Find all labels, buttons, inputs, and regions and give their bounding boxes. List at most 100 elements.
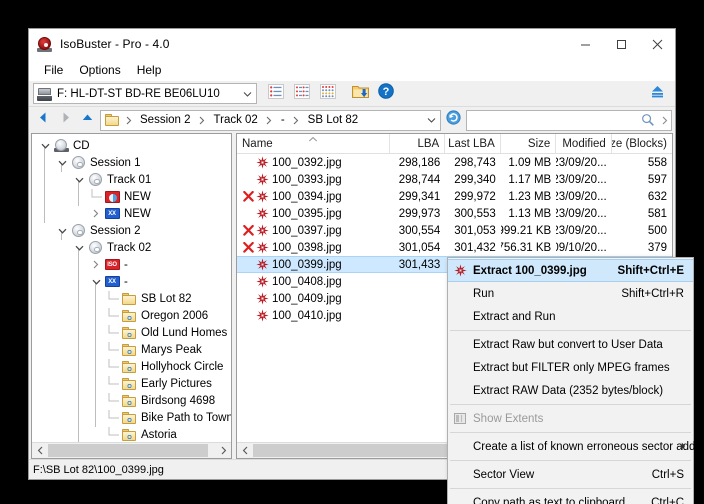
jpg-starburst-icon: [255, 258, 270, 271]
menu-bar: File Options Help: [29, 59, 675, 81]
column-header-lba[interactable]: LBA: [390, 134, 446, 153]
chevron-down-icon[interactable]: [239, 84, 256, 103]
context-menu-item-extract-and-run[interactable]: Extract and Run: [448, 305, 693, 328]
menu-file[interactable]: File: [36, 61, 71, 79]
tree-horizontal-scrollbar[interactable]: [32, 442, 231, 458]
tree-node-old-lund-homes[interactable]: Old Lund Homes: [32, 324, 231, 341]
chevron-right-icon[interactable]: [196, 116, 209, 125]
tree-scroll-left-button[interactable]: [32, 443, 48, 458]
context-menu-item-run[interactable]: Run Shift+Ctrl+R: [448, 282, 693, 305]
maximize-button[interactable]: [603, 29, 639, 59]
chevron-right-icon[interactable]: [122, 116, 135, 125]
detail-view-button[interactable]: [289, 82, 315, 105]
context-menu-item-extract-raw-data-2352-bytes-block[interactable]: Extract RAW Data (2352 bytes/block): [448, 379, 693, 402]
file-row[interactable]: 100_0392.jpg 298,186 298,743 1.09 MB 23/09/2…: [237, 154, 672, 171]
tree-node-new[interactable]: NEW: [32, 188, 231, 205]
chevron-right-icon[interactable]: [89, 257, 103, 273]
breadcrumb-bar[interactable]: Session 2 Track 02 - SB Lot 82: [100, 109, 441, 131]
forward-button[interactable]: [54, 109, 76, 131]
extract-button[interactable]: [347, 82, 373, 105]
chevron-down-icon[interactable]: [72, 240, 86, 256]
tree-scroll-area[interactable]: CD Session 1 Track 01 NEW XX NEW Session 2 Trac…: [32, 134, 231, 442]
breadcrumb-session-2[interactable]: Session 2: [135, 112, 196, 128]
context-menu-item-extract-raw-but-convert-to-user-data[interactable]: Extract Raw but convert to User Data: [448, 333, 693, 356]
tree-node-track-01[interactable]: Track 01: [32, 171, 231, 188]
column-header-modified[interactable]: Modified: [556, 134, 612, 153]
file-modified-cell: 23/09/20...: [556, 190, 607, 203]
file-size-cell: 1.17 MB: [508, 173, 552, 186]
chevron-right-icon[interactable]: [290, 116, 303, 125]
breadcrumb-dropdown-button[interactable]: [422, 111, 440, 130]
tree-node-sb-lot-82[interactable]: SB Lot 82: [32, 290, 231, 307]
breadcrumb-sb-lot-82[interactable]: SB Lot 82: [303, 112, 364, 128]
context-menu-item-extract-but-filter-only-mpeg-frames[interactable]: Extract but FILTER only MPEG frames: [448, 356, 693, 379]
tree-scroll-right-button[interactable]: [215, 443, 231, 458]
context-menu-item-shortcut: Shift+Ctrl+E: [617, 264, 684, 277]
file-context-menu[interactable]: Extract 100_0399.jpg Shift+Ctrl+E Run Shift…: [447, 257, 704, 504]
tree-scroll-thumb[interactable]: [48, 444, 208, 457]
close-button[interactable]: [639, 29, 675, 59]
file-row[interactable]: 100_0394.jpg 299,341 299,972 1.23 MB 23/09/2…: [237, 188, 672, 205]
column-header-size-blocks[interactable]: Size (Blocks): [612, 134, 672, 153]
tree-scroll-track[interactable]: [48, 443, 215, 458]
tree-node-birdsong-4698[interactable]: Birdsong 4698: [32, 392, 231, 409]
search-input[interactable]: [467, 113, 638, 127]
eject-button[interactable]: [644, 82, 670, 105]
context-menu-item-create-a-list-of-known-erroneous-sector-addr[interactable]: Create a list of known erroneous sector …: [448, 435, 704, 458]
disc-track-icon: [86, 240, 104, 256]
tree-node-cd[interactable]: CD: [32, 137, 231, 154]
column-header-last-lba[interactable]: Last LBA: [445, 134, 501, 153]
tree-node-new[interactable]: XX NEW: [32, 205, 231, 222]
file-blocks-cell: 558: [647, 156, 667, 169]
search-chevron-icon[interactable]: [658, 116, 671, 125]
context-menu-item-extract-100-0399-jpg[interactable]: Extract 100_0399.jpg Shift+Ctrl+E: [448, 259, 693, 282]
tree-node-bike-path-to-town[interactable]: Bike Path to Town: [32, 409, 231, 426]
iso-red-icon: ISO: [103, 257, 121, 273]
folder-icon: [105, 113, 121, 127]
file-name-cell: 100_0399.jpg: [237, 258, 390, 271]
context-menu-item-sector-view[interactable]: Sector View Ctrl+S: [448, 463, 693, 486]
tree-node-session-1[interactable]: Session 1: [32, 154, 231, 171]
context-menu-item-label: Create a list of known erroneous sector …: [473, 440, 704, 453]
up-button[interactable]: [76, 109, 98, 131]
tree-node-[interactable]: XX -: [32, 273, 231, 290]
menu-help[interactable]: Help: [129, 61, 170, 79]
refresh-button[interactable]: [443, 110, 464, 131]
tree-node-track-02[interactable]: Track 02: [32, 239, 231, 256]
menu-options[interactable]: Options: [71, 61, 128, 79]
tree-node-hollyhock-circle[interactable]: Hollyhock Circle: [32, 358, 231, 375]
chevron-down-icon[interactable]: [55, 155, 69, 171]
chevron-down-icon[interactable]: [72, 172, 86, 188]
chevron-down-icon[interactable]: [89, 274, 103, 290]
grid-view-button[interactable]: [315, 82, 341, 105]
column-header-name[interactable]: Name: [237, 134, 390, 153]
chevron-right-icon[interactable]: [263, 116, 276, 125]
context-menu-item-copy-path-as-text-to-clipboard[interactable]: Copy path as text to clipboard Ctrl+C: [448, 491, 693, 504]
tree-node-[interactable]: ISO -: [32, 256, 231, 273]
tree-node-session-2[interactable]: Session 2: [32, 222, 231, 239]
help-button[interactable]: ?: [373, 82, 399, 105]
tree-connector: [106, 341, 120, 358]
list-view-button[interactable]: [263, 82, 289, 105]
drive-selector[interactable]: F: HL-DT-ST BD-RE BE06LU10: [33, 83, 257, 104]
search-icon[interactable]: [638, 111, 658, 130]
file-row[interactable]: 100_0398.jpg 301,054 301,432 756.31 KB 09/10…: [237, 239, 672, 256]
minimize-button[interactable]: [567, 29, 603, 59]
chevron-down-icon[interactable]: [38, 138, 52, 154]
chevron-right-icon[interactable]: [89, 206, 103, 222]
chevron-down-icon[interactable]: [55, 223, 69, 239]
tree-node-marys-peak[interactable]: Marys Peak: [32, 341, 231, 358]
list-scroll-left-button[interactable]: [237, 443, 253, 458]
tree-node-astoria[interactable]: Astoria: [32, 426, 231, 442]
breadcrumb-dash[interactable]: -: [276, 112, 290, 128]
file-row[interactable]: 100_0395.jpg 299,973 300,553 1.13 MB 23/09/2…: [237, 205, 672, 222]
search-box[interactable]: [466, 109, 672, 131]
tree-node-early-pictures[interactable]: Early Pictures: [32, 375, 231, 392]
breadcrumb-track-02[interactable]: Track 02: [209, 112, 263, 128]
file-row[interactable]: 100_0397.jpg 300,554 301,053 999.21 KB 23/09…: [237, 222, 672, 239]
file-row[interactable]: 100_0393.jpg 298,744 299,340 1.17 MB 23/09/2…: [237, 171, 672, 188]
tree-node-oregon-2006[interactable]: Oregon 2006: [32, 307, 231, 324]
column-header-size[interactable]: Size: [501, 134, 557, 153]
back-button[interactable]: [32, 109, 54, 131]
file-lba-cell: 298,186: [398, 156, 441, 169]
